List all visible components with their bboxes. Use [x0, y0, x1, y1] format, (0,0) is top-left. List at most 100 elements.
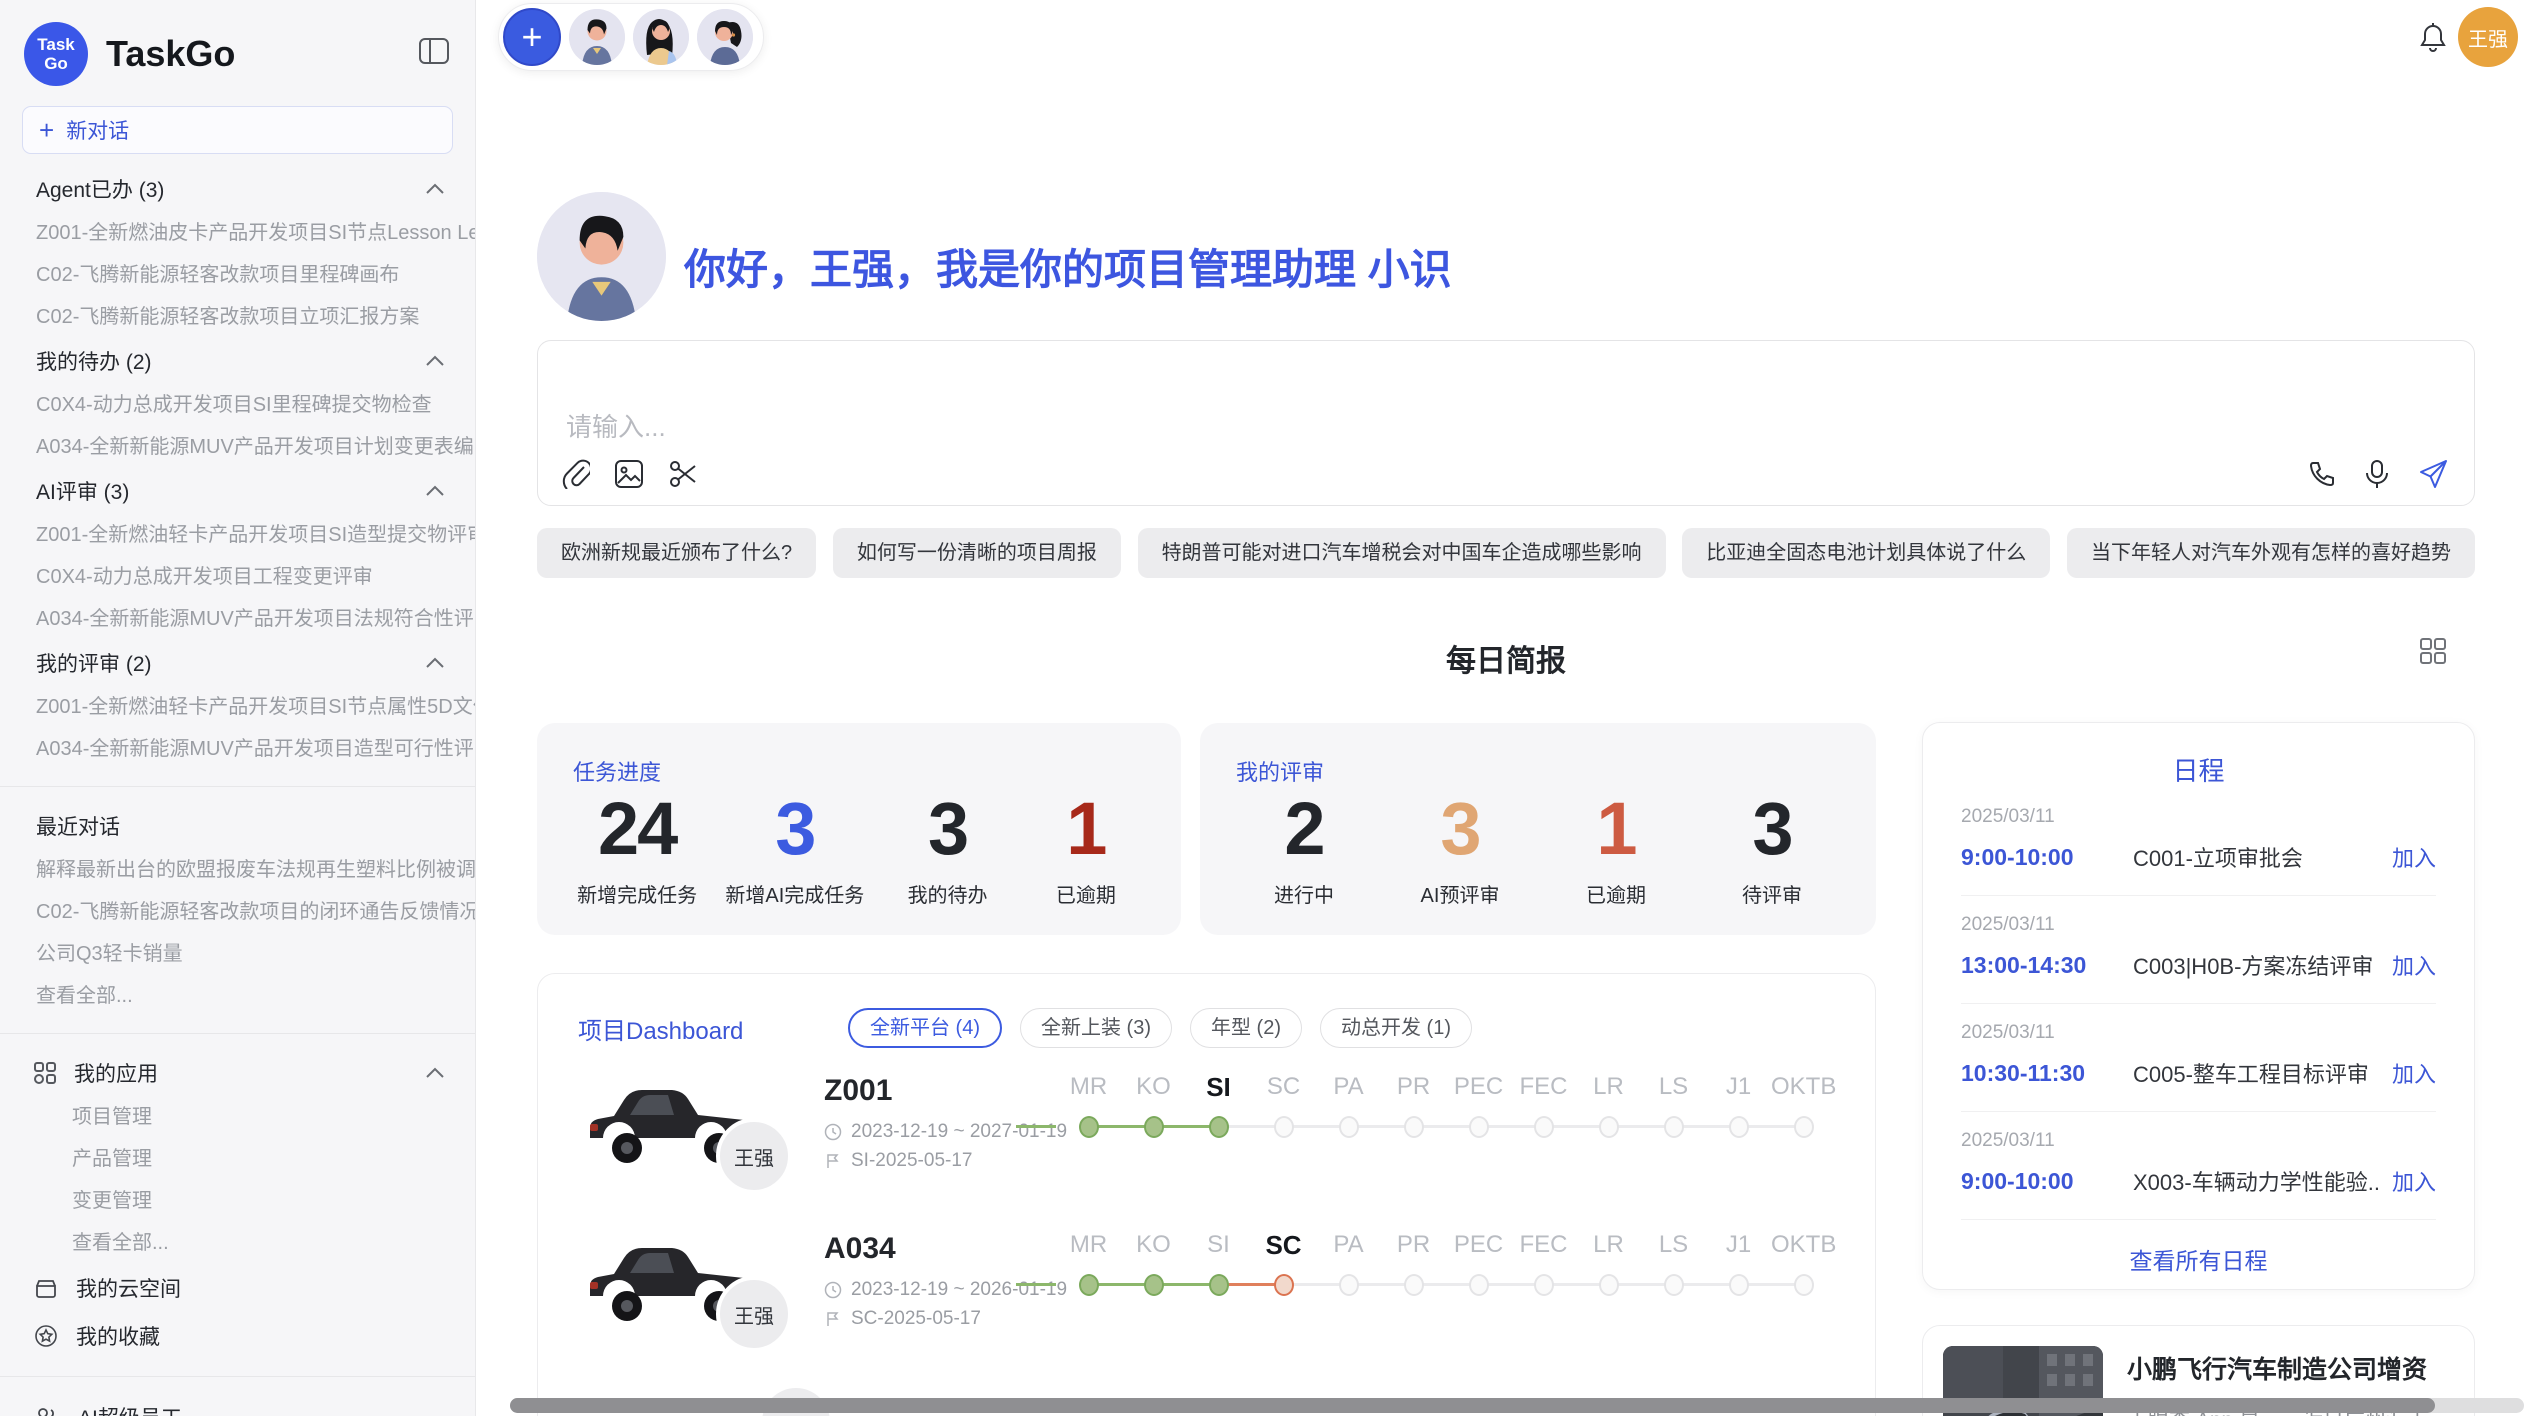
dashboard-title: 项目Dashboard [578, 1011, 848, 1046]
attachment-icon[interactable] [562, 459, 590, 489]
suggestion-chip[interactable]: 如何写一份清晰的项目周报 [833, 528, 1121, 578]
flag-icon [824, 1310, 842, 1328]
phone-icon[interactable] [2308, 460, 2336, 488]
join-button[interactable]: 加入 [2392, 949, 2436, 981]
sidebar-item[interactable]: C02-飞腾新能源轻客改款项目里程碑画布 [0, 254, 475, 296]
app-item[interactable]: 产品管理 [0, 1138, 475, 1180]
stat: 1已逾期 [1561, 789, 1671, 908]
sidebar-section-header[interactable]: 我的待办 (2) [0, 338, 475, 384]
milestone-si: SI [1186, 1070, 1251, 1152]
new-chat-button[interactable]: + 新对话 [22, 106, 453, 154]
dashboard-tab[interactable]: 全新平台 (4) [848, 1008, 1002, 1048]
milestone-pec: PEC [1446, 1070, 1511, 1152]
send-icon[interactable] [2418, 459, 2448, 489]
persona-avatar-1[interactable] [569, 9, 625, 65]
sidebar-item[interactable]: A034-全新新能源MUV产品开发项目计划变更表编写 [0, 426, 475, 468]
dashboard-tab[interactable]: 全新上装 (3) [1020, 1008, 1172, 1048]
my-apps-header[interactable]: 我的应用 [0, 1050, 475, 1096]
image-icon[interactable] [614, 459, 644, 489]
milestone-label: KO [1121, 1228, 1186, 1262]
stat-value: 3 [1405, 789, 1515, 869]
schedule-name: X003-车辆动力学性能验... [2133, 1165, 2380, 1197]
sidebar-item[interactable]: C02-飞腾新能源轻客改款项目立项汇报方案 [0, 296, 475, 338]
horizontal-scrollbar-thumb[interactable] [510, 1398, 2435, 1413]
project-row: 王强Z0012023-12-19 ~ 2027-01-19SI-2025-05-… [538, 1066, 1875, 1224]
stat-label: 待评审 [1717, 879, 1827, 908]
sidebar-item[interactable]: Z001-全新燃油轻卡产品开发项目SI造型提交物评审 [0, 514, 475, 556]
stepper-lead-line [1016, 1125, 1056, 1128]
sidebar-item-我的收藏[interactable]: 我的收藏 [0, 1312, 475, 1360]
suggestion-chip[interactable]: 特朗普可能对进口汽车增税会对中国车企造成哪些影响 [1138, 528, 1666, 578]
milestone-dot [1274, 1274, 1294, 1296]
notifications-bell-icon[interactable] [2418, 22, 2448, 54]
dashboard-tab[interactable]: 动总开发 (1) [1320, 1008, 1472, 1048]
milestone-dot-area [1381, 1104, 1446, 1152]
milestone-label: FEC [1511, 1070, 1576, 1104]
sidebar-item[interactable]: A034-全新新能源MUV产品开发项目造型可行性评审 [0, 728, 475, 770]
join-button[interactable]: 加入 [2392, 1057, 2436, 1089]
microphone-icon[interactable] [2364, 459, 2390, 489]
project-code[interactable]: Z001 [824, 1074, 1067, 1108]
join-button[interactable]: 加入 [2392, 841, 2436, 873]
milestone-fec: FEC [1511, 1070, 1576, 1152]
stat-value: 3 [1717, 789, 1827, 869]
chat-input[interactable]: 请输入... [537, 340, 2475, 506]
scissors-icon[interactable] [668, 459, 698, 489]
user-avatar[interactable]: 王强 [2458, 7, 2518, 67]
project-flag: SI-2025-05-17 [851, 1150, 972, 1172]
milestone-dot [1209, 1274, 1229, 1296]
milestone-stepper: MRKOSISCPAPRPECFECLRLSJ1OKTB [1056, 1070, 1856, 1152]
sidebar-section-header[interactable]: AI评审 (3) [0, 468, 475, 514]
join-button[interactable]: 加入 [2392, 1165, 2436, 1197]
project-flag-row: SI-2025-05-17 [824, 1150, 1067, 1172]
sidebar-item[interactable]: Z001-全新燃油轻卡产品开发项目SI节点属性5D文件评审 [0, 686, 475, 728]
chevron-up-icon [425, 657, 445, 669]
app-item[interactable]: 变更管理 [0, 1180, 475, 1222]
milestone-dot-area [1446, 1262, 1511, 1310]
app-item[interactable]: 查看全部... [0, 1222, 475, 1264]
milestone-dot [1469, 1274, 1489, 1296]
dashboard-tab[interactable]: 年型 (2) [1190, 1008, 1302, 1048]
milestone-dot-area [1576, 1104, 1641, 1152]
persona-avatar-3[interactable] [697, 9, 753, 65]
view-all-schedule-link[interactable]: 查看所有日程 [1961, 1220, 2436, 1298]
stat: 3AI预评审 [1405, 789, 1515, 908]
persona-avatar-2[interactable] [633, 9, 689, 65]
recent-chat-item[interactable]: C02-飞腾新能源轻客改款项目的闭环通告反馈情况 [0, 891, 475, 933]
sidebar-section-header[interactable]: Agent已办 (3) [0, 166, 475, 212]
suggestion-chip[interactable]: 当下年轻人对汽车外观有怎样的喜好趋势 [2067, 528, 2475, 578]
suggestion-chip[interactable]: 欧洲新规最近颁布了什么? [537, 528, 816, 578]
schedule-date: 2025/03/11 [1961, 914, 2436, 936]
task-progress-stats: 24新增完成任务3新增AI完成任务3我的待办1已逾期 [537, 789, 1181, 908]
sidebar-tools: AI超级员工帮我写作创意制图 [0, 1393, 475, 1416]
suggestion-chip[interactable]: 比亚迪全固态电池计划具体说了什么 [1682, 528, 2050, 578]
add-persona-button[interactable]: + [503, 8, 561, 66]
stat-value: 3 [725, 789, 864, 869]
app-item[interactable]: 项目管理 [0, 1096, 475, 1138]
project-row: 王强A0342023-12-19 ~ 2026-01-19SC-2025-05-… [538, 1224, 1875, 1382]
schedule-row: 9:00-10:00X003-车辆动力学性能验...加入 [1961, 1165, 2436, 1197]
section-title: AI评审 (3) [36, 476, 129, 506]
project-code[interactable]: A034 [824, 1232, 1067, 1266]
sidebar-item[interactable]: A034-全新新能源MUV产品开发项目法规符合性评审 [0, 598, 475, 640]
sidebar-item-label: 我的云空间 [76, 1273, 181, 1303]
flag-icon [824, 1152, 842, 1170]
stat: 3 待评审 [1717, 789, 1827, 908]
sidebar-item-我的云空间[interactable]: 我的云空间 [0, 1264, 475, 1312]
stat-value: 3 [893, 789, 1003, 869]
logo-row: Task Go TaskGo [0, 0, 475, 100]
recent-chat-item[interactable]: 公司Q3轻卡销量 [0, 933, 475, 975]
sidebar-item-label: 我的收藏 [76, 1321, 160, 1351]
recent-chat-item[interactable]: 解释最新出台的欧盟报废车法规再生塑料比例被调至15%... [0, 849, 475, 891]
sidebar-item[interactable]: Z001-全新燃油皮卡产品开发项目SI节点Lesson Learn报告 [0, 212, 475, 254]
sidebar-section-header[interactable]: 我的评审 (2) [0, 640, 475, 686]
sidebar-item-AI超级员工[interactable]: AI超级员工 [0, 1393, 475, 1416]
brief-layout-icon[interactable] [2420, 638, 2446, 664]
stat-value: 1 [1561, 789, 1671, 869]
sidebar-item[interactable]: C0X4-动力总成开发项目SI里程碑提交物检查 [0, 384, 475, 426]
milestone-label: PR [1381, 1070, 1446, 1104]
sidebar-item[interactable]: C0X4-动力总成开发项目工程变更评审 [0, 556, 475, 598]
view-all-chats-link[interactable]: 查看全部... [0, 975, 475, 1017]
sidebar-collapse-icon[interactable] [419, 38, 449, 64]
milestone-dot [1144, 1274, 1164, 1296]
